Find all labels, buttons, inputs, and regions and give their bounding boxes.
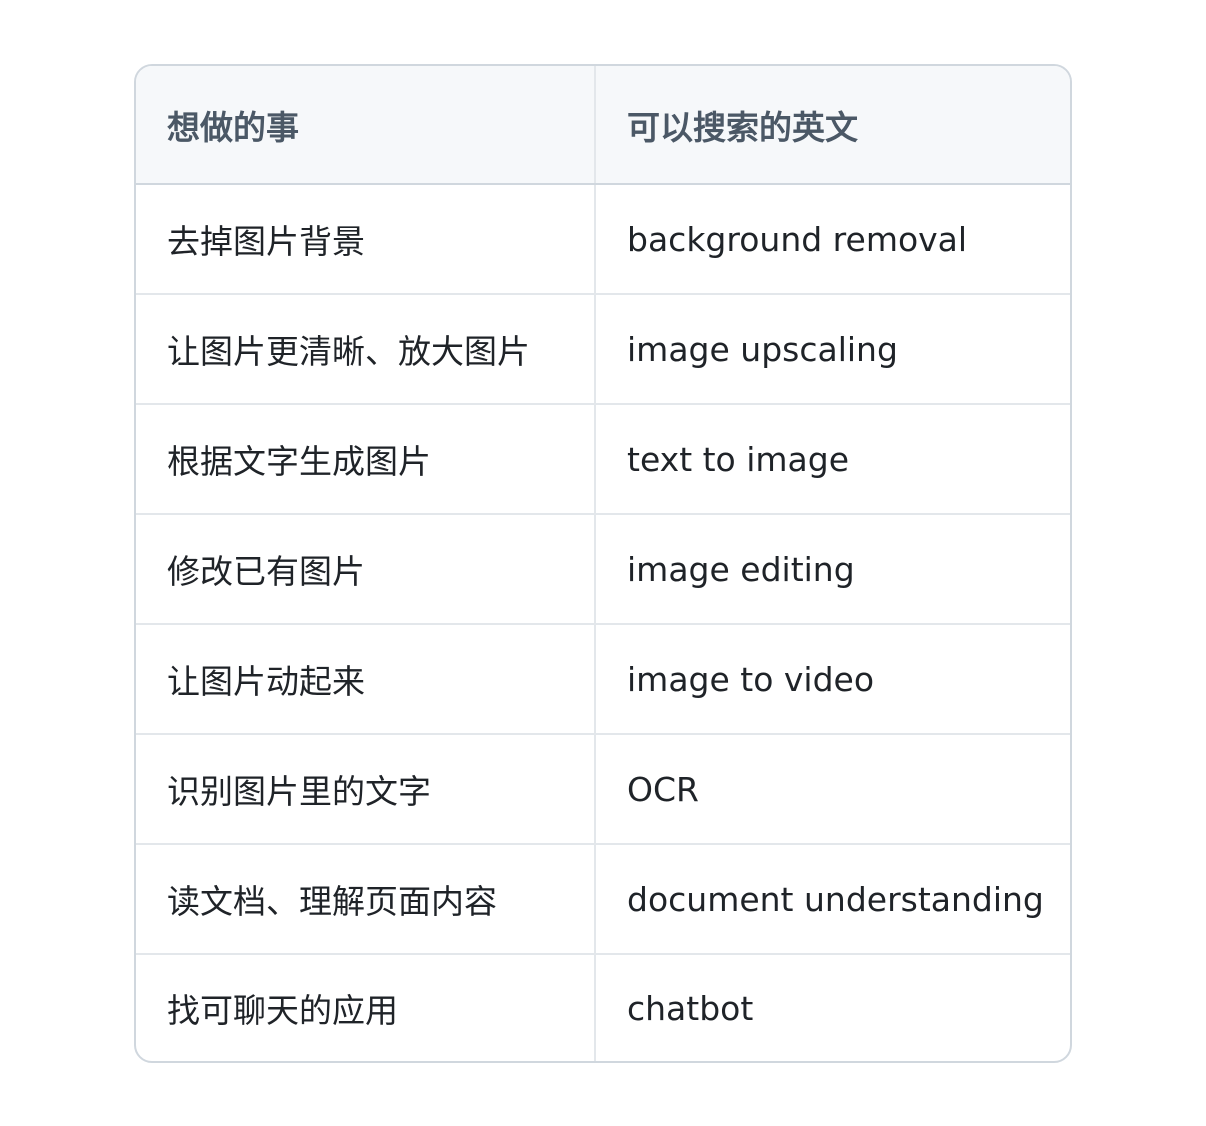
task-cell: 读文档、理解页面内容 bbox=[136, 843, 596, 954]
task-cell: 让图片动起来 bbox=[136, 623, 596, 734]
table-row: 识别图片里的文字 OCR bbox=[136, 733, 1070, 844]
table-row: 让图片动起来 image to video bbox=[136, 623, 1070, 734]
english-term-cell: image editing bbox=[595, 513, 1070, 624]
table-row: 让图片更清晰、放大图片 image upscaling bbox=[136, 293, 1070, 404]
table-row: 去掉图片背景 background removal bbox=[136, 184, 1070, 294]
task-cell: 找可聊天的应用 bbox=[136, 953, 596, 1061]
task-cell: 修改已有图片 bbox=[136, 513, 596, 624]
table-row: 找可聊天的应用 chatbot bbox=[136, 953, 1070, 1061]
english-term-cell: OCR bbox=[595, 733, 1070, 844]
english-term-cell: image upscaling bbox=[595, 293, 1070, 404]
task-cell: 识别图片里的文字 bbox=[136, 733, 596, 844]
column-header-english-term: 可以搜索的英文 bbox=[595, 66, 1070, 185]
task-cell: 根据文字生成图片 bbox=[136, 403, 596, 514]
column-header-task: 想做的事 bbox=[136, 66, 596, 185]
english-term-cell: text to image bbox=[595, 403, 1070, 514]
search-terms-table-container: 想做的事 可以搜索的英文 去掉图片背景 background removal 让… bbox=[134, 64, 1072, 1063]
english-term-cell: document understanding bbox=[595, 843, 1070, 954]
table-row: 根据文字生成图片 text to image bbox=[136, 403, 1070, 514]
table-header-row: 想做的事 可以搜索的英文 bbox=[136, 66, 1070, 185]
english-term-cell: chatbot bbox=[595, 953, 1070, 1061]
english-term-cell: background removal bbox=[627, 219, 968, 259]
task-cell: 去掉图片背景 bbox=[136, 184, 596, 294]
english-term-cell: image to video bbox=[595, 623, 1070, 734]
table-row: 修改已有图片 image editing bbox=[136, 513, 1070, 624]
search-terms-table: 想做的事 可以搜索的英文 去掉图片背景 background removal 让… bbox=[136, 66, 1070, 1061]
task-cell: 让图片更清晰、放大图片 bbox=[136, 293, 596, 404]
table-row: 读文档、理解页面内容 document understanding bbox=[136, 843, 1070, 954]
